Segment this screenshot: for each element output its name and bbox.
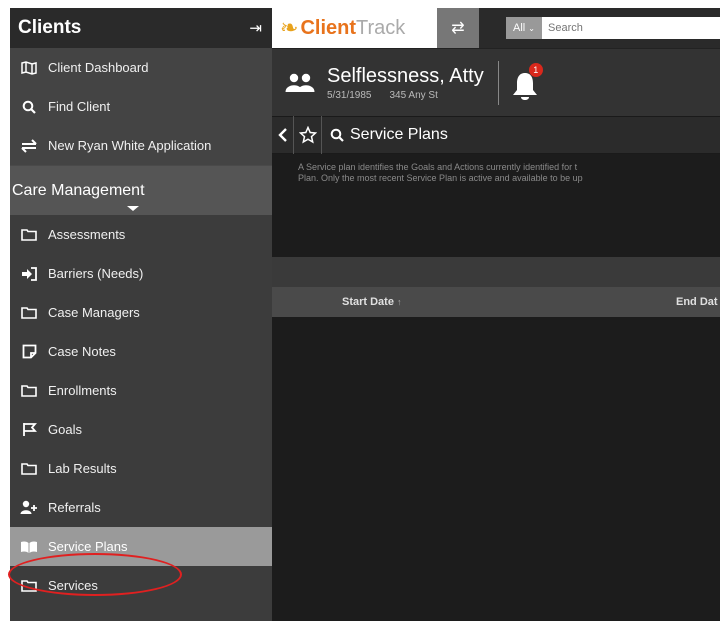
description-line: Plan. Only the most recent Service Plan … bbox=[298, 173, 583, 183]
swap-icon: ⇄ bbox=[451, 20, 465, 37]
client-info: Selflessness, Atty 5/31/1985 345 Any St bbox=[327, 65, 484, 101]
folder-icon bbox=[18, 305, 40, 321]
sort-icon: ↑ bbox=[397, 297, 402, 307]
sidebar-item-find-client[interactable]: Find Client bbox=[10, 87, 272, 126]
notifications-button[interactable]: 1 bbox=[512, 62, 543, 103]
folder-icon bbox=[18, 383, 40, 399]
sidebar-item-service-plans[interactable]: Service Plans bbox=[10, 527, 272, 566]
logo-text-client: Client bbox=[300, 16, 356, 39]
search-icon bbox=[330, 128, 344, 142]
main-panel: ❧ ClientTrack ⇄ All ⌄ Selflessness, Atty… bbox=[272, 8, 720, 621]
sidebar-item-referrals[interactable]: Referrals bbox=[10, 488, 272, 527]
client-dob: 5/31/1985 bbox=[327, 89, 372, 101]
search-icon bbox=[18, 99, 40, 115]
pin-icon[interactable]: ⇥ bbox=[249, 19, 262, 37]
chevron-left-icon bbox=[277, 128, 287, 142]
sidebar-item-barriers[interactable]: Barriers (Needs) bbox=[10, 254, 272, 293]
sidebar-title: Clients bbox=[18, 17, 82, 38]
folder-icon bbox=[18, 461, 40, 477]
sidebar-item-case-managers[interactable]: Case Managers bbox=[10, 293, 272, 332]
sidebar-section-label: Care Management bbox=[12, 181, 145, 199]
sidebar-item-label: Services bbox=[48, 578, 98, 593]
sidebar-item-label: Case Managers bbox=[48, 305, 140, 320]
column-label: Start Date bbox=[342, 296, 394, 308]
swap-arrows-icon bbox=[18, 138, 40, 154]
star-icon bbox=[298, 126, 317, 144]
client-address: 345 Any St bbox=[389, 89, 438, 101]
sidebar-item-label: Case Notes bbox=[48, 344, 116, 359]
map-icon bbox=[18, 60, 40, 76]
table-header: Start Date ↑ End Dat bbox=[272, 287, 720, 317]
column-header-start-date[interactable]: Start Date ↑ bbox=[342, 296, 402, 308]
sidebar-item-label: Service Plans bbox=[48, 539, 128, 554]
client-meta: 5/31/1985 345 Any St bbox=[327, 90, 484, 101]
note-icon bbox=[18, 344, 40, 360]
book-open-icon bbox=[18, 539, 40, 555]
description-line: A Service plan identifies the Goals and … bbox=[298, 162, 578, 172]
swap-button[interactable]: ⇄ bbox=[437, 8, 479, 48]
sidebar-item-client-dashboard[interactable]: Client Dashboard bbox=[10, 48, 272, 87]
search-scope-dropdown[interactable]: All ⌄ bbox=[506, 17, 542, 39]
column-header-end-date[interactable]: End Dat bbox=[676, 296, 718, 308]
sidebar-item-label: Goals bbox=[48, 422, 82, 437]
client-name[interactable]: Selflessness, Atty bbox=[327, 65, 484, 88]
caret-down-icon bbox=[127, 206, 139, 211]
sidebar-item-enrollments[interactable]: Enrollments bbox=[10, 371, 272, 410]
sidebar-item-label: Find Client bbox=[48, 99, 111, 114]
sidebar-item-lab-results[interactable]: Lab Results bbox=[10, 449, 272, 488]
sidebar-item-goals[interactable]: Goals bbox=[10, 410, 272, 449]
sidebar-item-services[interactable]: Services bbox=[10, 566, 272, 605]
folder-icon bbox=[18, 227, 40, 243]
sidebar: Clients ⇥ Client Dashboard Find Client N… bbox=[8, 8, 272, 621]
sidebar-item-label: Enrollments bbox=[48, 383, 117, 398]
back-button[interactable] bbox=[272, 116, 294, 154]
notification-badge: 1 bbox=[528, 62, 543, 77]
divider bbox=[497, 60, 499, 105]
page-title: Service Plans bbox=[350, 126, 448, 143]
sign-in-icon bbox=[18, 266, 40, 282]
client-header: Selflessness, Atty 5/31/1985 345 Any St 1 bbox=[272, 48, 720, 116]
people-icon bbox=[272, 72, 327, 94]
sidebar-item-new-ryan-white-application[interactable]: New Ryan White Application bbox=[10, 126, 272, 165]
page-titlebar: Service Plans bbox=[272, 116, 720, 154]
favorite-button[interactable] bbox=[294, 116, 322, 154]
sidebar-item-case-notes[interactable]: Case Notes bbox=[10, 332, 272, 371]
sidebar-item-label: Lab Results bbox=[48, 461, 117, 476]
user-plus-icon bbox=[18, 500, 40, 516]
sidebar-header: Clients ⇥ bbox=[10, 8, 272, 48]
sidebar-item-label: Client Dashboard bbox=[48, 60, 149, 75]
search-scope-label: All bbox=[513, 22, 526, 34]
toolbar-band bbox=[272, 257, 720, 287]
logo-mark-icon: ❧ bbox=[280, 15, 299, 40]
page-description: A Service plan identifies the Goals and … bbox=[272, 154, 720, 257]
folder-icon bbox=[18, 578, 40, 594]
sidebar-item-label: Barriers (Needs) bbox=[48, 266, 144, 281]
table-body bbox=[272, 317, 720, 621]
chevron-down-icon: ⌄ bbox=[528, 23, 535, 33]
sidebar-item-label: New Ryan White Application bbox=[48, 138, 212, 153]
clienttrack-logo[interactable]: ❧ Client Track bbox=[272, 8, 437, 48]
sidebar-item-assessments[interactable]: Assessments bbox=[10, 215, 272, 254]
flag-icon bbox=[18, 422, 40, 438]
search-input[interactable] bbox=[542, 17, 720, 39]
sidebar-item-label: Referrals bbox=[48, 500, 101, 515]
sidebar-section-care-management[interactable]: Care Management bbox=[10, 165, 272, 215]
sidebar-item-label: Assessments bbox=[48, 227, 126, 242]
logo-text-track: Track bbox=[356, 16, 406, 39]
top-bar: ❧ Client Track ⇄ All ⌄ bbox=[272, 8, 720, 48]
